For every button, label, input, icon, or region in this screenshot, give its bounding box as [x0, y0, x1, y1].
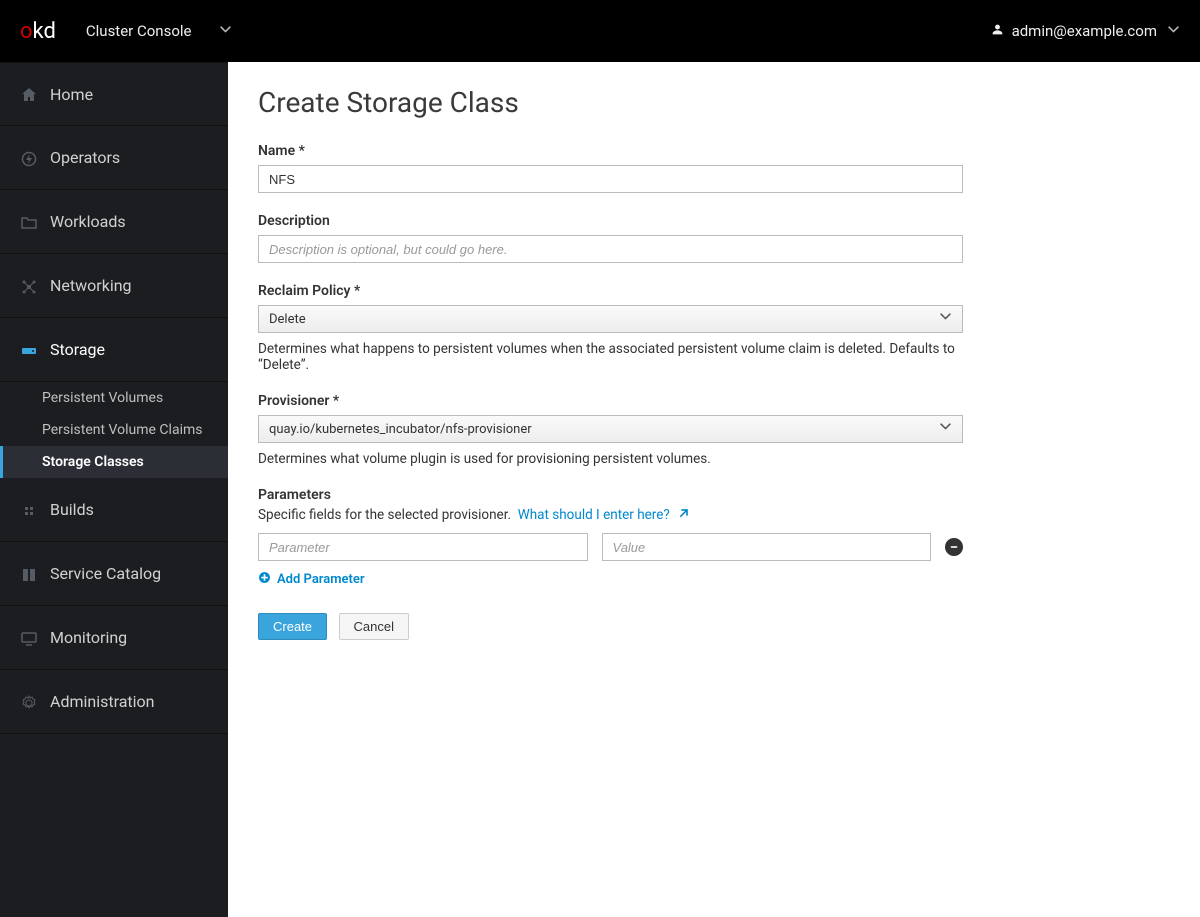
console-switcher[interactable]: Cluster Console [86, 22, 233, 40]
name-label: Name * [258, 143, 963, 159]
cubes-icon [18, 500, 40, 518]
sidebar-label: Storage [50, 340, 105, 359]
cancel-button[interactable]: Cancel [339, 613, 409, 640]
network-icon [18, 276, 40, 294]
sidebar-sublabel: Persistent Volume Claims [42, 422, 202, 438]
parameter-row [258, 533, 963, 561]
chevron-down-icon [219, 24, 232, 39]
reclaim-help: Determines what happens to persistent vo… [258, 341, 963, 373]
reclaim-value: Delete [269, 312, 306, 327]
sidebar-item-workloads[interactable]: Workloads [0, 190, 228, 254]
page-title: Create Storage Class [258, 86, 1170, 119]
button-row: Create Cancel [258, 613, 1170, 640]
description-label: Description [258, 213, 963, 229]
sidebar-item-home[interactable]: Home [0, 62, 228, 126]
field-name: Name * [258, 143, 963, 193]
sidebar-item-service-catalog[interactable]: Service Catalog [0, 542, 228, 606]
provisioner-select[interactable]: quay.io/kubernetes_incubator/nfs-provisi… [258, 415, 963, 443]
bolt-icon [18, 148, 40, 166]
external-link-icon [677, 509, 690, 522]
book-icon [18, 564, 40, 582]
provisioner-value: quay.io/kubernetes_incubator/nfs-provisi… [269, 422, 532, 437]
sidebar-item-operators[interactable]: Operators [0, 126, 228, 190]
sidebar-subitem-storage-classes[interactable]: Storage Classes [0, 446, 228, 478]
sidebar-item-storage[interactable]: Storage [0, 318, 228, 382]
sidebar-label: Workloads [50, 212, 126, 231]
add-parameter-label: Add Parameter [277, 572, 365, 587]
monitor-icon [18, 628, 40, 646]
field-parameters: Parameters Specific fields for the selec… [258, 487, 963, 587]
sidebar-item-administration[interactable]: Administration [0, 670, 228, 734]
sidebar-label: Service Catalog [50, 564, 161, 583]
plus-circle-icon [258, 571, 271, 587]
chevron-down-icon [1167, 24, 1180, 39]
description-input[interactable] [258, 235, 963, 263]
user-menu[interactable]: admin@example.com [991, 22, 1180, 40]
provisioner-help: Determines what volume plugin is used fo… [258, 451, 963, 467]
user-icon [991, 23, 1004, 39]
brand-prefix: o [20, 19, 33, 44]
reclaim-label: Reclaim Policy * [258, 283, 963, 299]
hdd-icon [18, 340, 40, 358]
field-provisioner: Provisioner * quay.io/kubernetes_incubat… [258, 393, 963, 467]
sidebar-label: Builds [50, 500, 94, 519]
provisioner-label: Provisioner * [258, 393, 963, 409]
sidebar-label: Monitoring [50, 628, 127, 647]
home-icon [18, 85, 40, 103]
sidebar-label: Operators [50, 148, 120, 167]
sidebar-item-networking[interactable]: Networking [0, 254, 228, 318]
sidebar-sublabel: Persistent Volumes [42, 390, 163, 406]
sidebar-label: Administration [50, 692, 155, 711]
parameters-label: Parameters [258, 487, 963, 503]
main-content: Create Storage Class Name * Description … [228, 62, 1200, 917]
create-button[interactable]: Create [258, 613, 327, 640]
chevron-down-icon [939, 421, 952, 437]
chevron-down-icon [939, 311, 952, 327]
console-switcher-label: Cluster Console [86, 22, 192, 40]
sidebar-subitem-persistent-volume-claims[interactable]: Persistent Volume Claims [0, 414, 228, 446]
sidebar-sublabel: Storage Classes [42, 454, 144, 470]
topbar: okd Cluster Console admin@example.com [0, 0, 1200, 62]
name-input[interactable] [258, 165, 963, 193]
add-parameter-button[interactable]: Add Parameter [258, 571, 365, 587]
sidebar-label: Networking [50, 276, 132, 295]
field-description: Description [258, 213, 963, 263]
sidebar-item-builds[interactable]: Builds [0, 478, 228, 542]
sidebar: Home Operators Workloads Networking Stor… [0, 62, 228, 917]
sidebar-subitem-persistent-volumes[interactable]: Persistent Volumes [0, 382, 228, 414]
brand-logo: okd [20, 19, 56, 44]
remove-parameter-icon[interactable] [945, 538, 963, 556]
sidebar-subnav-storage: Persistent Volumes Persistent Volume Cla… [0, 382, 228, 478]
gear-icon [18, 692, 40, 710]
parameter-key-input[interactable] [258, 533, 588, 561]
user-label: admin@example.com [1012, 22, 1157, 40]
reclaim-select[interactable]: Delete [258, 305, 963, 333]
sidebar-item-monitoring[interactable]: Monitoring [0, 606, 228, 670]
parameter-value-input[interactable] [602, 533, 932, 561]
brand-suffix: kd [33, 19, 56, 44]
field-reclaim-policy: Reclaim Policy * Delete Determines what … [258, 283, 963, 373]
folder-icon [18, 212, 40, 230]
parameters-help-link[interactable]: What should I enter here? [518, 507, 690, 523]
parameters-desc: Specific fields for the selected provisi… [258, 507, 963, 523]
sidebar-label: Home [50, 85, 93, 104]
